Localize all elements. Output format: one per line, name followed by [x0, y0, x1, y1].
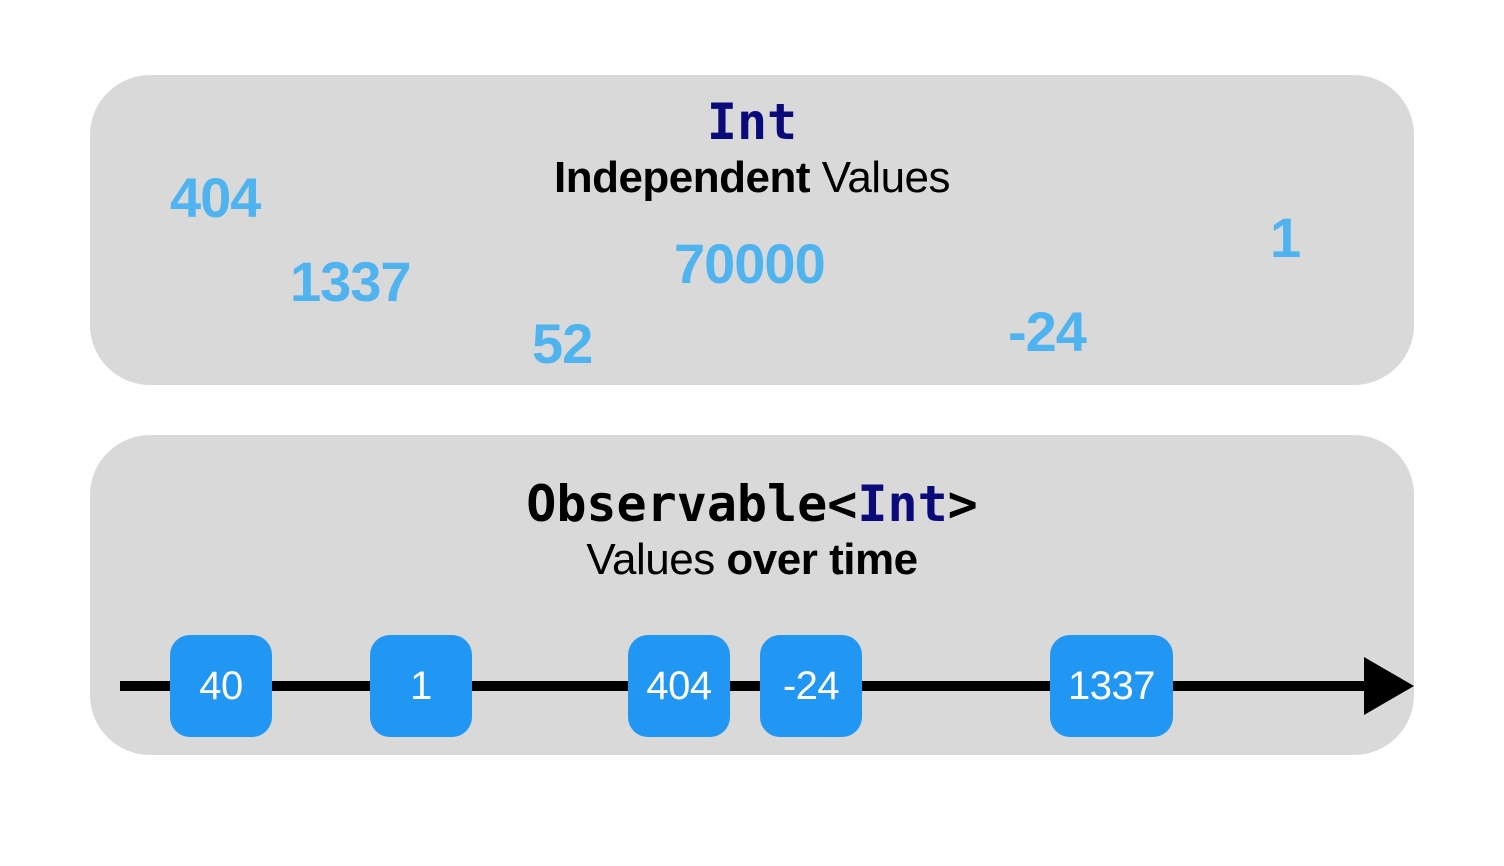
observable-subtitle-bold: over time [726, 535, 917, 584]
marble: 1337 [1050, 635, 1173, 737]
marble: -24 [760, 635, 862, 737]
observable-subtitle: Values over time [90, 535, 1414, 585]
int-subtitle: Independent Values [90, 153, 1414, 203]
scattered-value: -24 [1008, 299, 1086, 364]
scattered-value: 1337 [290, 249, 411, 314]
int-subtitle-rest: Values [810, 153, 950, 202]
timeline: 40 1 404 -24 1337 [90, 635, 1414, 755]
scattered-value: 1 [1270, 205, 1300, 270]
observable-suffix: > [948, 475, 978, 533]
scattered-value: 70000 [674, 231, 825, 296]
marble: 1 [370, 635, 472, 737]
observable-panel: Observable<Int> Values over time 40 1 404-… [90, 435, 1414, 755]
observable-prefix: Observable< [526, 475, 857, 533]
marble: 404 [628, 635, 730, 737]
int-title: Int [90, 93, 1414, 151]
observable-type: Int [857, 475, 947, 533]
marble: 40 [170, 635, 272, 737]
scattered-value: 52 [532, 311, 592, 376]
int-subtitle-bold: Independent [554, 153, 810, 202]
int-values-panel: Int Independent Values 404 1337 52 70000 -24… [90, 75, 1414, 385]
observable-title-block: Observable<Int> Values over time [90, 457, 1414, 585]
int-type-label: Int [707, 93, 797, 151]
timeline-axis [120, 681, 1384, 691]
observable-title: Observable<Int> [90, 475, 1414, 533]
int-title-block: Int Independent Values [90, 75, 1414, 203]
observable-subtitle-plain: Values [586, 535, 726, 584]
arrow-head-icon [1364, 657, 1414, 715]
scattered-value: 404 [170, 165, 260, 230]
